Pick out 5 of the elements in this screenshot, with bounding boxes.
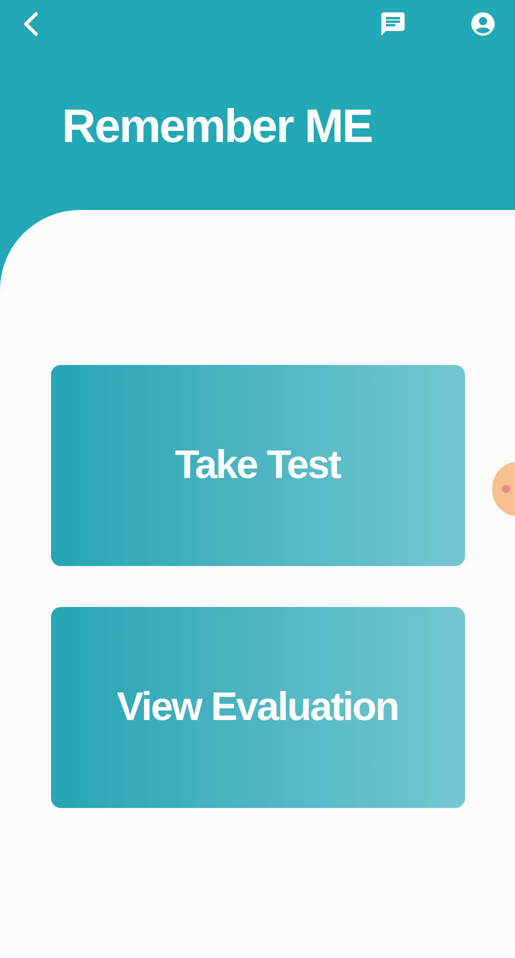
chat-icon[interactable] xyxy=(379,10,407,38)
app-title: Remember ME xyxy=(62,98,373,153)
menu-button[interactable]: View Evaluation xyxy=(50,607,464,808)
menu-button[interactable]: Take Test xyxy=(50,365,464,566)
account-icon[interactable] xyxy=(469,10,497,38)
